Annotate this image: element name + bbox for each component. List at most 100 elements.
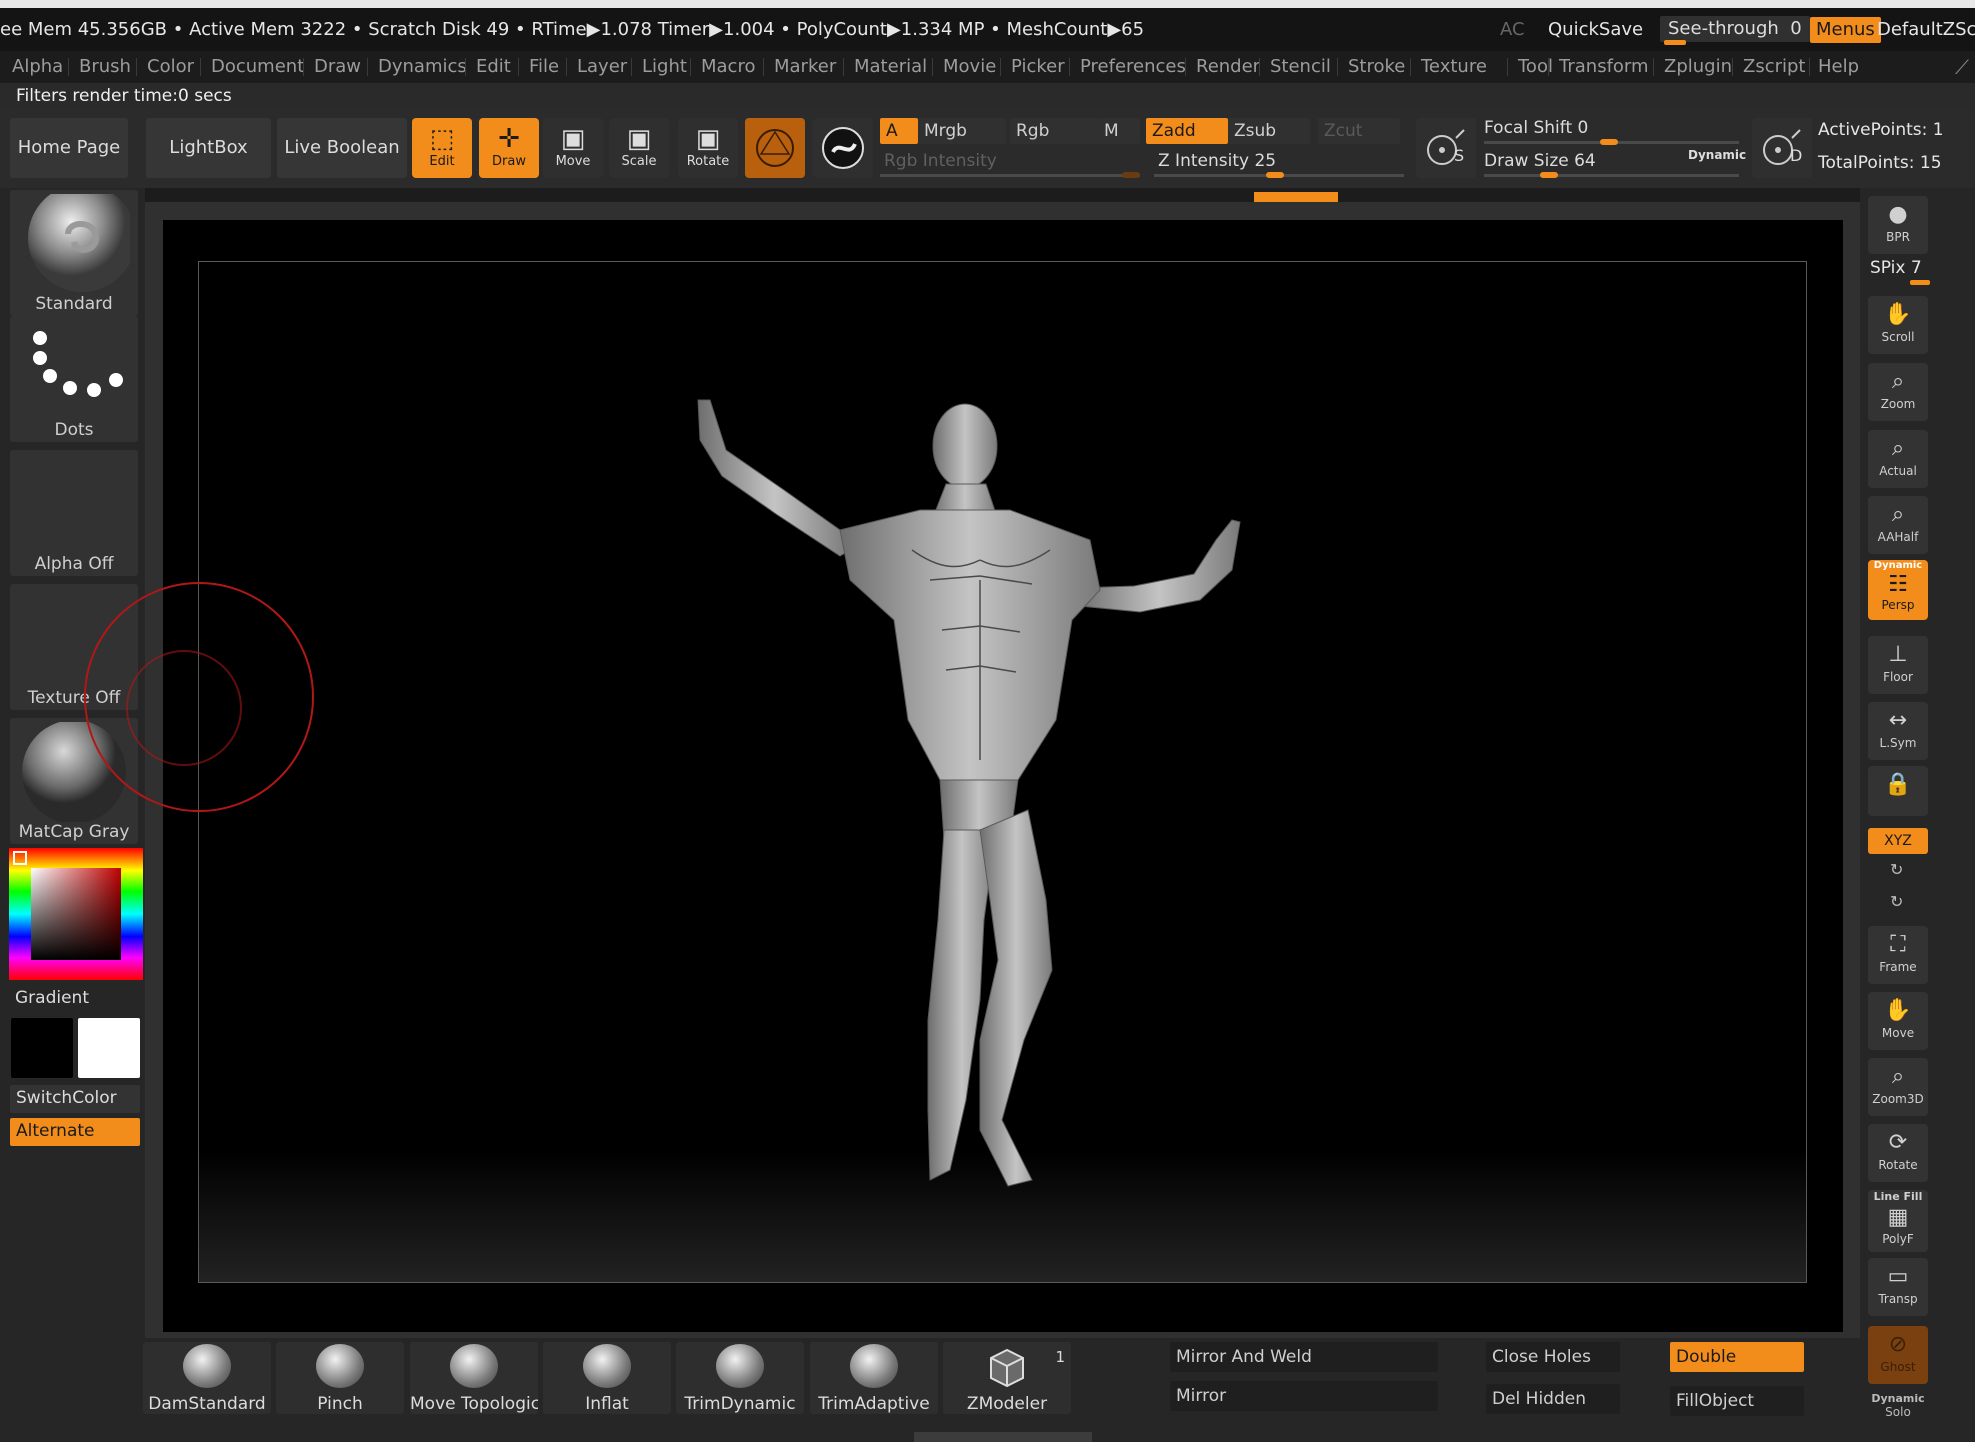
solo-button[interactable]: Dynamic Solo xyxy=(1868,1392,1928,1442)
aahalf-button[interactable]: ⌕ AAHalf xyxy=(1868,496,1928,554)
model-figure[interactable] xyxy=(680,380,1260,1200)
bpr-button[interactable]: ● BPR xyxy=(1868,196,1928,254)
menu-texture[interactable]: Texture xyxy=(1421,51,1487,83)
rgb-toggle[interactable]: Rgb xyxy=(1010,118,1098,144)
see-through-slider[interactable]: See-through 0 xyxy=(1660,16,1810,45)
color-sphere-button[interactable] xyxy=(813,118,873,178)
menu-zplugin[interactable]: Zplugin xyxy=(1664,51,1732,83)
menu-document[interactable]: Document xyxy=(211,51,304,83)
switchcolor-button[interactable]: SwitchColor xyxy=(10,1085,140,1113)
pin-icon[interactable]: ⟋ xyxy=(1955,55,1969,79)
ac-toggle[interactable]: AC xyxy=(1500,8,1525,51)
draw-size-track[interactable] xyxy=(1484,174,1739,177)
rotate-z-icon[interactable]: ↻ xyxy=(1890,892,1903,911)
menu-zscript[interactable]: Zscript xyxy=(1743,51,1806,83)
persp-button[interactable]: Dynamic ☷ Persp xyxy=(1868,560,1928,620)
brush-zmodeler[interactable]: 1 ZModeler xyxy=(943,1342,1071,1414)
lsym-button[interactable]: ↔ L.Sym xyxy=(1868,702,1928,760)
mirror-and-weld-button[interactable]: Mirror And Weld xyxy=(1170,1342,1438,1372)
see-through-knob[interactable] xyxy=(1664,40,1686,45)
dynamic-size-toggle[interactable]: Dynamic xyxy=(1688,148,1746,162)
menu-light[interactable]: Light xyxy=(642,51,687,83)
close-holes-button[interactable]: Close Holes xyxy=(1486,1342,1620,1372)
brush-trimadaptive[interactable]: TrimAdaptive xyxy=(810,1342,938,1414)
frame-button[interactable]: ⛶ Frame xyxy=(1868,926,1928,984)
rgb-intensity-track[interactable] xyxy=(880,174,1140,177)
menu-file[interactable]: File xyxy=(529,51,559,83)
color-picker[interactable] xyxy=(9,848,143,980)
actual-button[interactable]: ⌕ Actual xyxy=(1868,430,1928,488)
menu-material[interactable]: Material xyxy=(854,51,927,83)
draw-mode-button[interactable]: ✛ Draw xyxy=(479,118,539,178)
menu-color[interactable]: Color xyxy=(147,51,194,83)
edit-mode-button[interactable]: ⬚ Edit xyxy=(412,118,472,178)
del-hidden-button[interactable]: Del Hidden xyxy=(1486,1384,1620,1414)
brush-pinch[interactable]: Pinch xyxy=(276,1342,404,1414)
brush-inflat[interactable]: Inflat xyxy=(543,1342,671,1414)
lightbox-button[interactable]: LightBox xyxy=(146,118,271,178)
home-page-button[interactable]: Home Page xyxy=(10,118,128,178)
menu-render[interactable]: Render xyxy=(1196,51,1260,83)
spix-slider[interactable]: SPix 7 xyxy=(1870,258,1922,278)
draw-size-knob[interactable] xyxy=(1540,172,1558,178)
zoom-button[interactable]: ⌕ Zoom xyxy=(1868,363,1928,421)
brush-move-topological[interactable]: Move Topologica xyxy=(410,1342,538,1414)
brush-slot-standard[interactable]: Standard xyxy=(10,190,138,316)
brush-damstandard[interactable]: DamStandard xyxy=(143,1342,271,1414)
quicksave-button[interactable]: QuickSave xyxy=(1548,8,1643,51)
gradient-label[interactable]: Gradient xyxy=(15,988,89,1008)
brush-trimdynamic[interactable]: TrimDynamic xyxy=(676,1342,804,1414)
canvas-scroll-indicator[interactable] xyxy=(1254,192,1338,202)
menu-dynamics[interactable]: Dynamics xyxy=(378,51,467,83)
alpha-slot[interactable]: Alpha Off xyxy=(10,450,138,576)
scroll-button[interactable]: ✋ Scroll xyxy=(1868,296,1928,354)
zcut-toggle[interactable]: Zcut xyxy=(1318,118,1400,144)
menu-brush[interactable]: Brush xyxy=(79,51,131,83)
ghost-button[interactable]: ⊘ Ghost xyxy=(1868,1326,1928,1384)
spix-knob[interactable] xyxy=(1910,280,1930,285)
rotate-mode-button[interactable]: ▣ Rotate xyxy=(678,118,738,178)
zadd-toggle[interactable]: Zadd xyxy=(1146,118,1228,144)
menu-edit[interactable]: Edit xyxy=(476,51,511,83)
menu-draw[interactable]: Draw xyxy=(314,51,361,83)
dynamic-d-button[interactable]: D xyxy=(1752,118,1812,178)
zsub-toggle[interactable]: Zsub xyxy=(1228,118,1310,144)
menu-marker[interactable]: Marker xyxy=(774,51,836,83)
xyz-button[interactable]: XYZ xyxy=(1868,828,1928,854)
default-zscript-button[interactable]: DefaultZScript xyxy=(1877,8,1975,51)
menus-button[interactable]: Menus xyxy=(1810,17,1881,43)
a-toggle[interactable]: A xyxy=(880,118,918,144)
focal-shift-knob[interactable] xyxy=(1600,139,1618,145)
menu-help[interactable]: Help xyxy=(1818,51,1859,83)
mirror-button[interactable]: Mirror xyxy=(1170,1381,1438,1411)
menu-picker[interactable]: Picker xyxy=(1011,51,1065,83)
menu-preferences[interactable]: Preferences xyxy=(1080,51,1186,83)
menu-stencil[interactable]: Stencil xyxy=(1270,51,1331,83)
move-mode-button[interactable]: ▣ Move xyxy=(543,118,603,178)
bottom-shelf-handle[interactable] xyxy=(914,1432,1092,1442)
menu-transform[interactable]: Transform xyxy=(1559,51,1649,83)
move-view-button[interactable]: ✋ Move xyxy=(1868,992,1928,1050)
menu-macro[interactable]: Macro xyxy=(701,51,755,83)
zoom3d-button[interactable]: ⌕ Zoom3D xyxy=(1868,1058,1928,1116)
fillobject-button[interactable]: FillObject xyxy=(1670,1386,1804,1416)
secondary-color-swatch[interactable] xyxy=(78,1018,140,1078)
polyf-button[interactable]: Line Fill ▦ PolyF xyxy=(1868,1190,1928,1252)
m-toggle[interactable]: M xyxy=(1098,118,1140,144)
rotate-view-button[interactable]: ⟳ Rotate xyxy=(1868,1124,1928,1182)
lock-camera-button[interactable]: 🔒 xyxy=(1868,766,1928,816)
menu-movie[interactable]: Movie xyxy=(943,51,996,83)
stroke-slot-dots[interactable]: Dots xyxy=(10,316,138,442)
mrgb-toggle[interactable]: Mrgb xyxy=(918,118,1006,144)
material-swatch-button[interactable] xyxy=(745,118,805,178)
alternate-button[interactable]: Alternate xyxy=(10,1118,140,1146)
menu-layer[interactable]: Layer xyxy=(577,51,627,83)
menu-stroke[interactable]: Stroke xyxy=(1348,51,1405,83)
rotate-y-icon[interactable]: ↻ xyxy=(1890,860,1903,879)
rgb-intensity-knob[interactable] xyxy=(1122,172,1140,178)
lazy-mouse-s-button[interactable]: S xyxy=(1416,118,1476,178)
floor-button[interactable]: ⊥ Floor xyxy=(1868,636,1928,694)
z-intensity-knob[interactable] xyxy=(1266,172,1284,178)
menu-alpha[interactable]: Alpha xyxy=(12,51,63,83)
live-boolean-button[interactable]: Live Boolean xyxy=(277,118,407,178)
